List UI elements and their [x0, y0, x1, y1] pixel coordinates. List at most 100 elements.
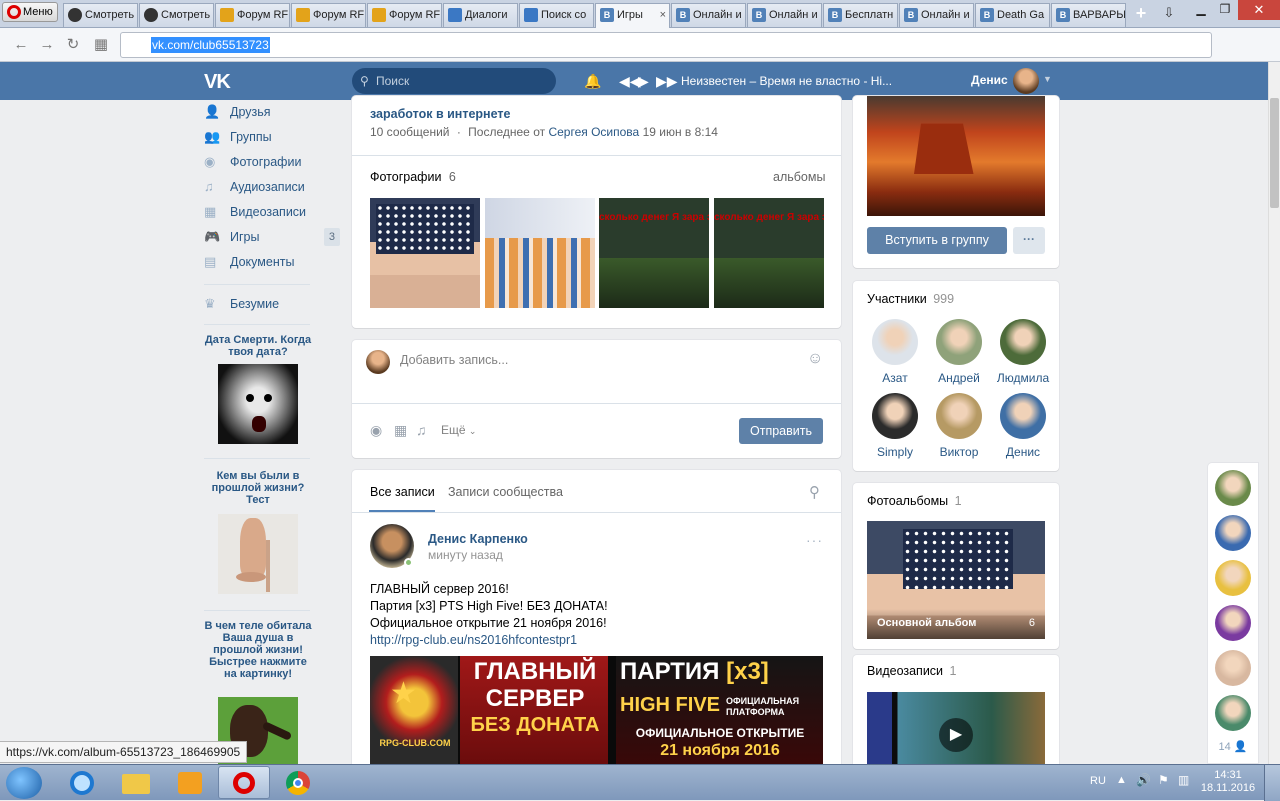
member-item[interactable]: Виктор	[929, 393, 989, 459]
scrollbar-thumb[interactable]	[1270, 98, 1279, 208]
tab-community-posts[interactable]: Записи сообщества	[448, 485, 563, 499]
bell-icon[interactable]: 🔔	[584, 72, 601, 90]
play-icon[interactable]: ▶	[939, 718, 973, 752]
sidebar-item[interactable]: 👥 Группы	[204, 125, 340, 149]
sidebar-item[interactable]: ♫ Аудиозаписи	[204, 175, 340, 199]
ad-title-2[interactable]: Кем вы были в прошлой жизни? Тест	[204, 470, 312, 506]
language-indicator[interactable]: RU	[1090, 775, 1106, 787]
album-cover[interactable]: Основной альбом 6	[867, 521, 1045, 639]
media-player-icon[interactable]	[170, 768, 210, 798]
albums-header[interactable]: Фотоальбомы 1	[867, 494, 962, 508]
chat-contact-avatar[interactable]	[1215, 560, 1251, 596]
emoji-icon[interactable]: ☺	[807, 350, 823, 368]
members-header[interactable]: Участники 999	[867, 292, 954, 306]
browser-tab[interactable]: В Онлайн и	[671, 3, 746, 27]
member-item[interactable]: Simply	[865, 393, 925, 459]
browser-tab[interactable]: Форум RF	[215, 3, 290, 27]
discussion-title[interactable]: заработок в интернете	[370, 107, 510, 121]
more-attach-button[interactable]: Ещё ⌄	[441, 423, 476, 437]
chat-contact-avatar[interactable]	[1215, 605, 1251, 641]
sidebar-item[interactable]: 🎮 Игры 3	[204, 225, 340, 249]
window-close-icon[interactable]: ✕	[1238, 0, 1280, 20]
network-icon[interactable]: ▥	[1178, 773, 1189, 787]
next-track-icon[interactable]: ▶▶	[656, 72, 678, 90]
member-item[interactable]: Андрей	[929, 319, 989, 385]
play-icon[interactable]: ▶	[638, 72, 649, 90]
show-desktop-button[interactable]	[1264, 765, 1280, 801]
join-group-button[interactable]: Вступить в группу	[867, 227, 1007, 254]
post-link[interactable]: http://rpg-club.eu/ns2016hfcontestpr1	[370, 632, 608, 649]
opera-menu-button[interactable]: Меню	[2, 2, 58, 22]
chat-contact-avatar[interactable]	[1215, 515, 1251, 551]
photo-thumb-2[interactable]	[485, 198, 595, 308]
sidebar-item[interactable]: ▤ Документы	[204, 250, 340, 274]
photo-thumb-4[interactable]: сколько денег Я зара этой игре!	[714, 198, 824, 308]
ad-image-1[interactable]	[218, 364, 298, 444]
explorer-icon[interactable]	[116, 768, 156, 798]
browser-tab[interactable]: Форум RF	[291, 3, 366, 27]
last-author-link[interactable]: Сергея Осипова	[548, 125, 639, 139]
member-item[interactable]: Азат	[865, 319, 925, 385]
browser-tab[interactable]: Смотреть	[63, 3, 138, 27]
speed-dial-icon[interactable]: ▦	[92, 36, 110, 54]
page-scrollbar[interactable]	[1268, 62, 1280, 764]
sidebar-item[interactable]: ◉ Фотографии	[204, 150, 340, 174]
post-author-name[interactable]: Денис Карпенко	[428, 532, 528, 546]
photo-thumb-1[interactable]	[370, 198, 480, 308]
nav-item-extra[interactable]: ♛ Безумие	[204, 292, 340, 316]
chat-contact-avatar[interactable]	[1215, 470, 1251, 506]
ad-title-3[interactable]: В чем теле обитала Ваша душа в прошлой ж…	[204, 620, 312, 680]
photo-thumb-3[interactable]: сколько денег Я зара этой игре!	[599, 198, 709, 308]
flag-icon[interactable]: ⚑	[1158, 773, 1169, 787]
forward-icon[interactable]: →	[38, 36, 56, 54]
clock[interactable]: 14:31 18.11.2016	[1200, 769, 1256, 795]
group-more-button[interactable]: ···	[1013, 227, 1045, 254]
post-banner-image[interactable]: ★ RPG-CLUB.COM ГЛАВНЫЙ СЕРВЕР БЕЗ ДОНАТА…	[370, 656, 823, 766]
member-item[interactable]: Денис	[993, 393, 1053, 459]
sidebar-item[interactable]: ▦ Видеозаписи	[204, 200, 340, 224]
browser-tab[interactable]: В Игры ×	[595, 3, 670, 29]
sidebar-item[interactable]: 👤 Друзья	[204, 100, 340, 124]
send-button[interactable]: Отправить	[739, 418, 823, 444]
search-input[interactable]: ⚲ Поиск	[352, 68, 556, 94]
browser-tab[interactable]: Поиск со	[519, 3, 594, 27]
volume-icon[interactable]: 🔊	[1136, 773, 1151, 787]
back-icon[interactable]: ←	[12, 36, 30, 54]
minimize-icon[interactable]: ▁	[1190, 2, 1212, 18]
new-tab-button[interactable]: +	[1132, 4, 1150, 22]
post-menu-icon[interactable]: ···	[806, 532, 823, 548]
now-playing[interactable]: Неизвестен – Время не властно - Hi...	[681, 73, 892, 89]
restore-icon[interactable]: ❐	[1214, 2, 1236, 18]
chrome-icon[interactable]	[278, 768, 318, 798]
last-time[interactable]: 19 июн в 8:14	[643, 125, 718, 139]
user-avatar[interactable]	[1013, 68, 1039, 94]
tab-all-posts[interactable]: Все записи	[370, 485, 435, 499]
videos-header[interactable]: Видеозаписи 1	[867, 664, 956, 678]
browser-tab[interactable]: В Death Ga	[975, 3, 1050, 27]
browser-tab[interactable]: В Онлайн и	[747, 3, 822, 27]
search-icon[interactable]: ⚲	[809, 483, 820, 501]
reload-icon[interactable]: ↻	[64, 36, 82, 54]
chevron-down-icon[interactable]: ▼	[1043, 74, 1052, 84]
browser-tab[interactable]: Диалоги	[443, 3, 518, 27]
member-item[interactable]: Людмила	[993, 319, 1053, 385]
tab-menu-icon[interactable]: ⇩	[1160, 5, 1178, 21]
ad-title-1[interactable]: Дата Смерти. Когда твоя дата?	[204, 334, 312, 358]
group-cover-image[interactable]	[867, 96, 1045, 216]
albums-link[interactable]: альбомы	[773, 170, 825, 184]
video-thumbnail[interactable]: ▶	[867, 692, 1045, 770]
browser-tab[interactable]: В ВАРВАРЫ	[1051, 3, 1126, 27]
opera-taskbar-button[interactable]	[218, 766, 270, 799]
camera-icon[interactable]: ◉	[370, 422, 382, 439]
start-button[interactable]	[6, 767, 42, 799]
music-icon[interactable]: ♫	[416, 422, 427, 438]
post-time[interactable]: минуту назад	[428, 548, 503, 562]
user-name[interactable]: Денис	[971, 73, 1008, 87]
video-icon[interactable]: ▦	[394, 422, 407, 439]
chat-contact-avatar[interactable]	[1215, 650, 1251, 686]
tray-expand-icon[interactable]: ▲	[1116, 774, 1127, 786]
ie-icon[interactable]	[62, 768, 102, 798]
browser-tab[interactable]: В Онлайн и	[899, 3, 974, 27]
url-input[interactable]: vk.com/club65513723	[120, 32, 1212, 58]
chat-contact-avatar[interactable]	[1215, 695, 1251, 731]
